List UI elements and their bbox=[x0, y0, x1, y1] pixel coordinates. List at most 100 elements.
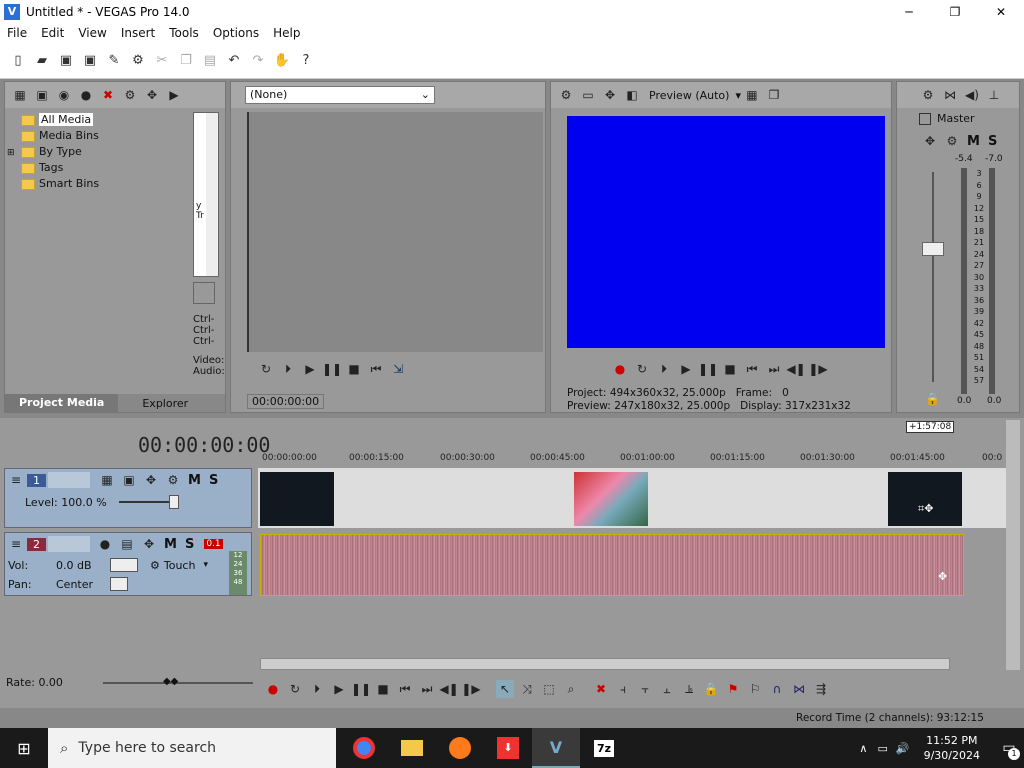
add-to-timeline-icon[interactable]: ⇲ bbox=[389, 360, 407, 378]
disc-icon[interactable]: ◉ bbox=[55, 86, 73, 104]
tree-item-all-media[interactable]: All Media bbox=[21, 112, 189, 128]
prev-frame-icon[interactable]: ◀❚ bbox=[439, 680, 458, 698]
compositing-icon[interactable]: ✥ bbox=[142, 471, 160, 489]
vegas-taskbar-icon[interactable]: V bbox=[532, 728, 580, 768]
record-icon[interactable]: ● bbox=[264, 680, 282, 698]
download-manager-icon[interactable]: ⬇ bbox=[484, 728, 532, 768]
paste-icon[interactable]: ▤ bbox=[201, 52, 219, 70]
master-solo-button[interactable]: S bbox=[988, 134, 997, 149]
external-monitor-icon[interactable]: ▭ bbox=[579, 86, 597, 104]
audio-mute-button[interactable]: M bbox=[164, 537, 177, 552]
7zip-icon[interactable]: 7z bbox=[580, 728, 628, 768]
play-icon[interactable]: ▶ bbox=[330, 680, 348, 698]
scrollbar[interactable] bbox=[206, 113, 218, 276]
downmix-icon[interactable]: ⊥ bbox=[985, 86, 1003, 104]
play-from-start-icon[interactable]: ⏵ bbox=[655, 360, 673, 378]
properties-gear-icon[interactable]: ⚙ bbox=[129, 52, 147, 70]
play-from-start-icon[interactable]: ⏵ bbox=[279, 360, 297, 378]
trim-end-icon[interactable]: ⫠ bbox=[658, 680, 676, 698]
split-icon[interactable]: ✥ bbox=[601, 86, 619, 104]
trimmer-dropdown[interactable]: (None) ⌄ bbox=[245, 86, 435, 104]
cut-icon[interactable]: ✂ bbox=[153, 52, 171, 70]
menu-file[interactable]: File bbox=[0, 26, 34, 40]
record-icon[interactable]: ● bbox=[611, 360, 629, 378]
globe-icon[interactable]: ● bbox=[77, 86, 95, 104]
audio-clip-waveform[interactable] bbox=[260, 534, 964, 596]
track-motion-icon[interactable]: ▦ bbox=[98, 471, 116, 489]
normal-edit-tool-icon[interactable]: ↖ bbox=[496, 680, 514, 698]
audio-envelope-icon[interactable]: ✥ bbox=[938, 570, 947, 583]
pause-icon[interactable]: ❚❚ bbox=[351, 680, 371, 698]
stop-icon[interactable]: ■ bbox=[721, 360, 739, 378]
menu-edit[interactable]: Edit bbox=[34, 26, 71, 40]
video-solo-button[interactable]: S bbox=[209, 473, 218, 488]
chevron-down-icon[interactable]: ▾ bbox=[203, 560, 208, 570]
lock-icon[interactable]: 🔒 bbox=[702, 680, 720, 698]
video-clip-thumbnail[interactable] bbox=[574, 472, 648, 526]
maximize-button[interactable]: ❐ bbox=[932, 5, 978, 19]
fx-gear-icon[interactable]: ⚙ bbox=[557, 86, 575, 104]
rate-slider[interactable]: ◆◆ bbox=[102, 676, 253, 687]
tree-item-by-type[interactable]: ⊞ By Type bbox=[7, 144, 189, 160]
media-list-pane[interactable]: y Tr bbox=[193, 112, 219, 277]
delete-icon[interactable]: ✖ bbox=[592, 680, 610, 698]
insert-fx-icon[interactable]: ✥ bbox=[921, 132, 939, 150]
tree-item-smart-bins[interactable]: Smart Bins bbox=[21, 176, 189, 192]
track-fx-icon[interactable]: ▤ bbox=[118, 535, 136, 553]
chevron-down-icon[interactable]: ▾ bbox=[735, 89, 741, 102]
network-icon[interactable]: ▭ bbox=[877, 742, 887, 755]
crop-icon[interactable]: ⌗✥ bbox=[918, 502, 933, 516]
automation-gear-icon[interactable]: ⚙ bbox=[150, 559, 160, 572]
snapping-icon[interactable]: ∩ bbox=[768, 680, 786, 698]
split-icon[interactable]: ⫡ bbox=[680, 680, 698, 698]
region-icon[interactable]: ⚐ bbox=[746, 680, 764, 698]
video-mute-button[interactable]: M bbox=[188, 473, 201, 488]
automation-mode[interactable]: Touch bbox=[164, 559, 196, 572]
marker-icon[interactable]: ⚑ bbox=[724, 680, 742, 698]
loop-icon[interactable]: ↻ bbox=[286, 680, 304, 698]
level-slider[interactable] bbox=[118, 495, 179, 509]
taskbar-search[interactable]: ⌕ Type here to search bbox=[48, 728, 336, 768]
expand-track-icon[interactable]: ≡ bbox=[7, 535, 25, 553]
render-icon[interactable]: ✎ bbox=[105, 52, 123, 70]
pause-icon[interactable]: ❚❚ bbox=[698, 360, 718, 378]
file-explorer-icon[interactable] bbox=[388, 728, 436, 768]
help-icon[interactable]: ? bbox=[297, 52, 315, 70]
preview-quality-icon[interactable]: ◧ bbox=[623, 86, 641, 104]
firefox-icon[interactable] bbox=[436, 728, 484, 768]
go-start-icon[interactable]: ⏮ bbox=[743, 360, 761, 378]
notification-icon[interactable]: ▭ 1 bbox=[994, 728, 1024, 768]
zoom-icon[interactable] bbox=[193, 282, 215, 304]
play-from-start-icon[interactable]: ⏵ bbox=[308, 680, 326, 698]
video-track-lane[interactable]: ⌗✥ bbox=[258, 468, 1006, 528]
trim-start-icon[interactable]: ⫟ bbox=[636, 680, 654, 698]
windows-start-icon[interactable]: ⊞ bbox=[0, 728, 48, 768]
plugin-icon[interactable]: ✥ bbox=[143, 86, 161, 104]
remove-icon[interactable]: ✖ bbox=[99, 86, 117, 104]
arm-record-icon[interactable]: ● bbox=[96, 535, 114, 553]
video-clip-dark[interactable] bbox=[260, 472, 334, 526]
track-name-field[interactable] bbox=[48, 472, 90, 488]
preview-mode-dropdown[interactable]: Preview (Auto) bbox=[649, 89, 729, 102]
feather-icon[interactable]: ✋ bbox=[273, 52, 291, 70]
new-icon[interactable]: ▯ bbox=[9, 52, 27, 70]
tab-explorer[interactable]: Explorer bbox=[118, 397, 212, 410]
copy-snapshot-icon[interactable]: ❐ bbox=[765, 86, 783, 104]
audio-solo-button[interactable]: S bbox=[185, 537, 194, 552]
tray-chevron-icon[interactable]: ∧ bbox=[859, 742, 867, 755]
play-icon[interactable]: ▶ bbox=[165, 86, 183, 104]
volume-slider[interactable] bbox=[110, 558, 138, 572]
minimize-button[interactable]: ─ bbox=[886, 5, 932, 19]
play-icon[interactable]: ▶ bbox=[301, 360, 319, 378]
open-icon[interactable]: ▰ bbox=[33, 52, 51, 70]
tree-item-tags[interactable]: Tags bbox=[21, 160, 189, 176]
tab-project-media[interactable]: Project Media bbox=[5, 394, 119, 412]
play-icon[interactable]: ▶ bbox=[677, 360, 695, 378]
selection-tool-icon[interactable]: ⬚ bbox=[540, 680, 558, 698]
audio-track-lane[interactable]: ✥ bbox=[258, 532, 1006, 596]
capture-icon[interactable]: ▣ bbox=[33, 86, 51, 104]
stop-icon[interactable]: ■ bbox=[345, 360, 363, 378]
copy-icon[interactable]: ❐ bbox=[177, 52, 195, 70]
pause-icon[interactable]: ❚❚ bbox=[322, 360, 342, 378]
save-icon[interactable]: ▣ bbox=[57, 52, 75, 70]
